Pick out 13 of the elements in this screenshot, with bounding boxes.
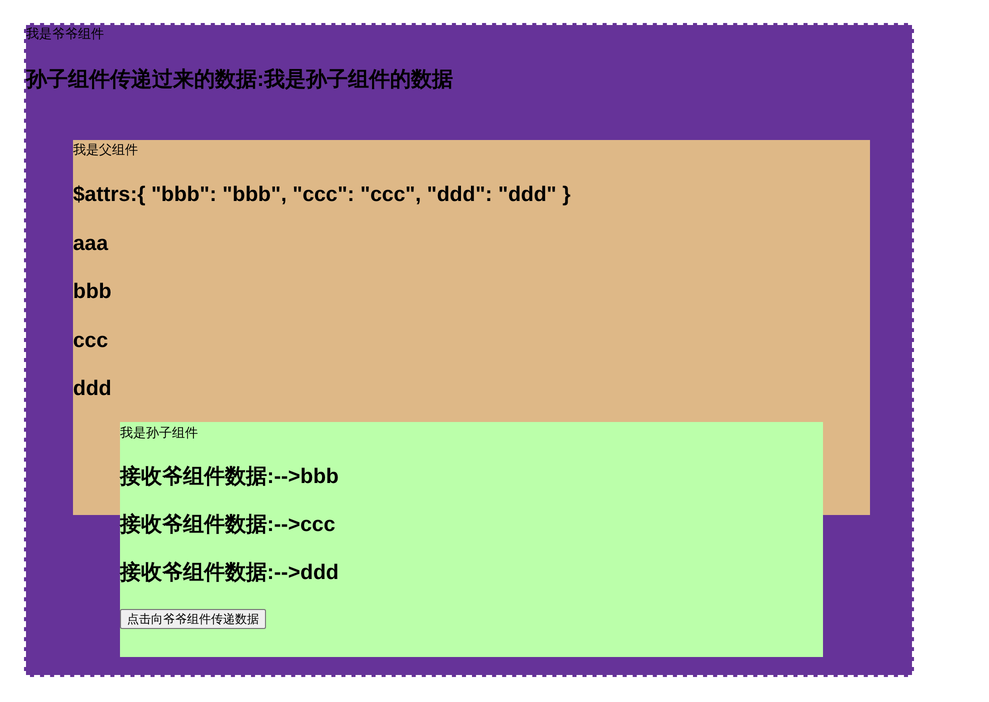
attrs-heading: $attrs:{ "bbb": "bbb", "ccc": "ccc", "ddd": "ddd" } <box>73 182 571 208</box>
attr-value-heading: aaa <box>73 230 108 256</box>
component-label: 我是孙子组件 <box>120 424 198 442</box>
received-data-heading: 孙子组件传递过来的数据:我是孙子组件的数据 <box>26 66 453 93</box>
send-data-button[interactable]: 点击向爷爷组件传递数据 <box>120 609 266 629</box>
component-label: 我是父组件 <box>73 141 138 159</box>
component-label: 我是爷爷组件 <box>26 25 104 43</box>
received-value-heading: 接收爷组件数据:-->ccc <box>120 512 336 538</box>
attr-value-heading: bbb <box>73 279 112 305</box>
received-value-heading: 接收爷组件数据:-->bbb <box>120 464 339 490</box>
attr-value-heading: ddd <box>73 376 112 402</box>
received-value-heading: 接收爷组件数据:-->ddd <box>120 560 339 586</box>
attr-value-heading: ccc <box>73 328 108 354</box>
